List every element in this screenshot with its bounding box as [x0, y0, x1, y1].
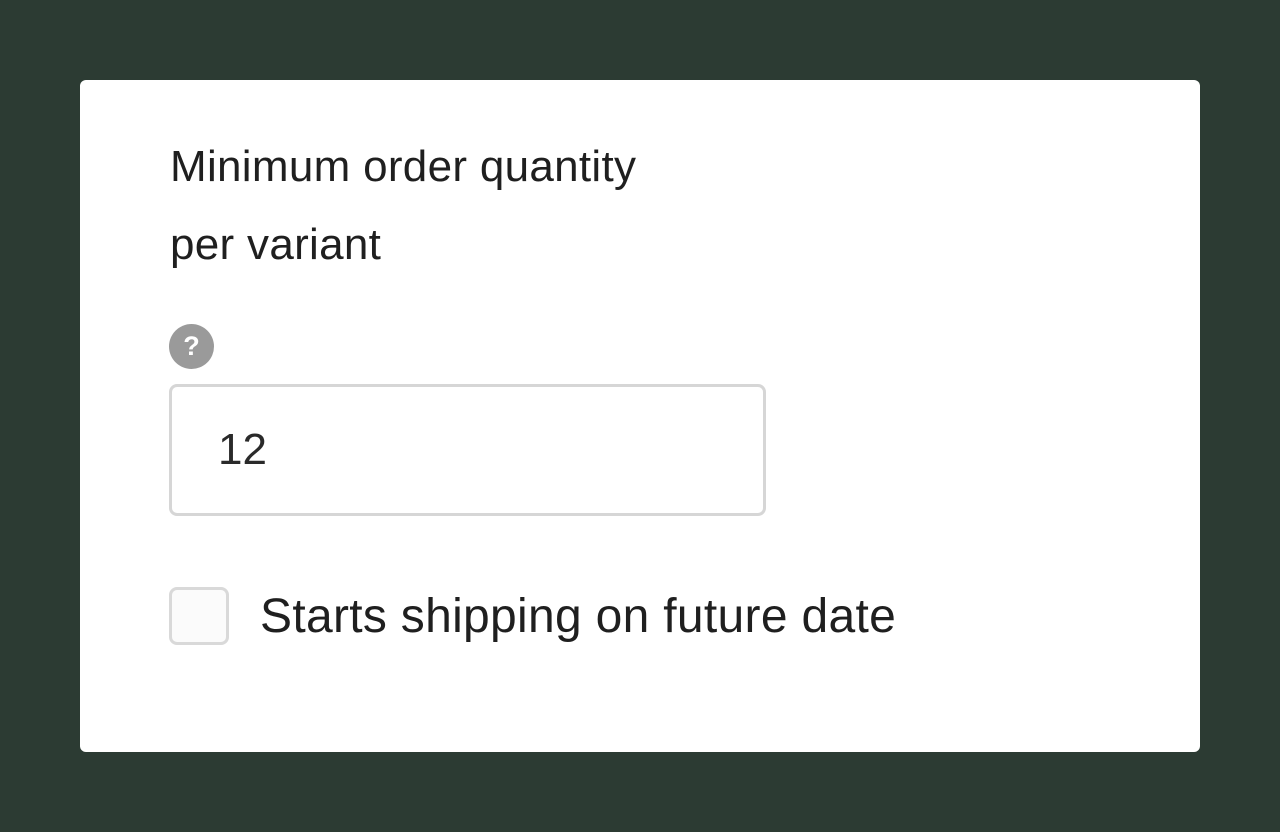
future-shipping-row: Starts shipping on future date: [169, 585, 896, 647]
settings-card: Minimum order quantity per variant ? Sta…: [80, 80, 1200, 752]
help-icon[interactable]: ?: [169, 324, 214, 369]
future-shipping-checkbox[interactable]: [169, 587, 229, 645]
label-line-2: per variant: [170, 220, 382, 269]
future-shipping-label[interactable]: Starts shipping on future date: [260, 589, 896, 644]
label-line-1: Minimum order quantity: [170, 142, 637, 191]
min-order-quantity-input[interactable]: [169, 384, 766, 516]
min-order-quantity-label: Minimum order quantity per variant: [170, 128, 790, 284]
